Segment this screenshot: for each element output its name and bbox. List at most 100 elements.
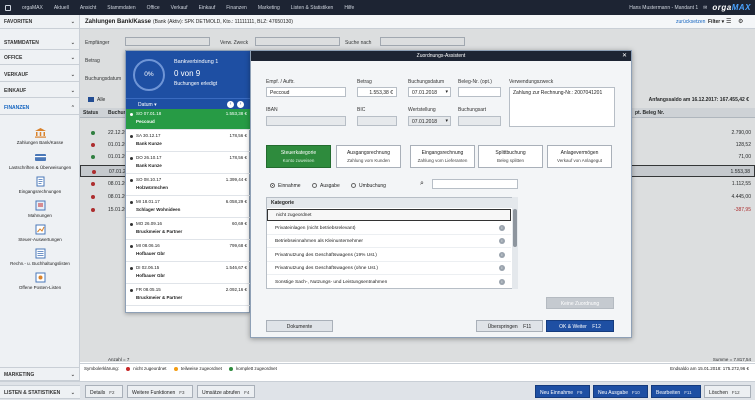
calendar-dropdown-icon[interactable]: ▾ (445, 89, 448, 95)
splittbuchung-button[interactable]: Splittbuchung Beleg splitten (478, 145, 543, 168)
radio-ausgabe[interactable]: Ausgabe (312, 183, 340, 189)
keine-zuordnung-button[interactable]: Keine Zuordnung (546, 297, 614, 309)
neu-einnahme-button[interactable]: Neu Einnahme F9 (535, 385, 590, 398)
progress-item[interactable]: MI 08.06.16 799,68 € Hofbauer Gbr (126, 241, 251, 262)
sidebar-section-finanzen[interactable]: FINANZEN ⌃ (0, 101, 80, 115)
category-row[interactable]: nicht zugeordnet (267, 209, 511, 221)
nav-listen[interactable]: Listen & Statistiken (291, 5, 334, 11)
radio-einnahme[interactable]: Einnahme (270, 183, 301, 189)
sidebar-item-offene-posten[interactable]: Offene Posten-Listen (0, 272, 80, 290)
progress-item[interactable]: FR 08.05.15 2.092,16 € Bruckmeier & Partne… (126, 285, 251, 306)
sort-asc-icon[interactable]: ‹ (227, 101, 234, 108)
steuerkategorie-button[interactable]: Steuerkategorie Konto zuweisen (266, 145, 331, 168)
sidebar-section-verkauf[interactable]: VERKAUF ⌄ (0, 68, 80, 82)
sidebar-section-marketing[interactable]: MARKETING ⌄ (0, 367, 80, 381)
umsaetze-abrufen-button[interactable]: Umsätze abrufen F4 (197, 385, 255, 398)
sidebar-item-mahnungen[interactable]: Mahnungen (0, 200, 80, 218)
bic-input[interactable] (357, 116, 397, 126)
ok-weiter-button[interactable]: OK & Weiter F12 (546, 320, 614, 332)
sidebar-item-steuer[interactable]: Steuer-Auswertungen (0, 224, 80, 242)
settings-icon[interactable]: ⚙ (738, 18, 743, 25)
dokumente-button[interactable]: Dokumente (266, 320, 333, 332)
belegnr-input[interactable] (458, 87, 501, 97)
loeschen-button[interactable]: Löschen F12 (704, 385, 751, 398)
category-scrollbar[interactable] (512, 197, 518, 289)
betrag-input[interactable]: 1.553,38 € (357, 87, 397, 97)
anlagevermoegen-button[interactable]: Anlagevermögen Verkauf von Anlagegut (547, 145, 612, 168)
sidebar-section-einkauf[interactable]: EINKAUF ⌄ (0, 84, 80, 98)
radio-umbuchung[interactable]: Umbuchung (351, 183, 386, 189)
progress-item[interactable]: DI 02.06.15 1.546,67 € Hofbauer Gbr (126, 263, 251, 284)
sidebar-section-stammdaten[interactable]: STAMMDATEN ⌄ (0, 36, 80, 50)
progress-item[interactable]: SO 07.01.18 1.553,38 € Peccoud (126, 109, 251, 130)
close-icon[interactable]: ✕ (622, 52, 627, 59)
ausgangsrechnung-button[interactable]: Ausgangsrechnung Zahlung vom Kunden (336, 145, 401, 168)
chevron-down-icon: ⌄ (70, 88, 75, 94)
progress-item[interactable]: MO 26.09.16 60,69 € Bruckmeier & Partner (126, 219, 251, 240)
sort-datum[interactable]: Datum ▾ (138, 102, 157, 108)
category-row[interactable]: Privateinlagen (nicht betriebsrelevant) i (267, 223, 511, 235)
nav-hilfe[interactable]: Hilfe (344, 5, 354, 11)
sidebar-section-office[interactable]: OFFICE ⌄ (0, 51, 80, 65)
iban-input[interactable] (266, 116, 346, 126)
legend-green: komplett zugeordnet (229, 366, 277, 371)
info-icon[interactable]: i (499, 224, 505, 231)
nav-einkauf[interactable]: Einkauf (199, 5, 216, 11)
open-items-icon (35, 272, 45, 283)
eingangsrechnung-button[interactable]: Eingangsrechnung Zahlung vom Lieferanten (410, 145, 475, 168)
sidebar-item-zahlungen[interactable]: Zahlungen Bank/Kasse (0, 127, 80, 145)
radio-unchecked-icon (312, 183, 317, 189)
nav-ansicht[interactable]: Ansicht (80, 5, 96, 11)
nav-marketing[interactable]: Marketing (258, 5, 280, 11)
sidebar-item-lastschriften[interactable]: Lastschriften & Überweisungen (0, 152, 80, 170)
category-row[interactable]: Sonstige Sach-, Nutzungs- und Leistungse… (267, 277, 511, 288)
info-icon[interactable]: i (499, 278, 505, 285)
progress-item[interactable]: MI 18.01.17 6.058,29 € Schlager Wohnideen (126, 197, 251, 218)
nav-office[interactable]: Office (147, 5, 160, 11)
app-logo-icon[interactable] (5, 4, 11, 11)
progress-item[interactable]: DO 26.10.17 178,56 € Bank Kunze (126, 153, 251, 174)
nav-aktuell[interactable]: Aktuell (54, 5, 69, 11)
label-buchungsdatum: Buchungsdatum (408, 79, 445, 85)
nav-stammdaten[interactable]: Stammdaten (107, 5, 135, 11)
progress-count: 0 von 9 (174, 69, 201, 78)
zweck-textarea[interactable]: Zahlung zur Rechnung-Nr.: 2007041201 (509, 87, 615, 127)
progress-item[interactable]: SO 08.10.17 1.399,44 € Holzwürmchen (126, 175, 251, 196)
item-date: DO 26.10.17 (136, 155, 162, 160)
ueberspringen-button[interactable]: Überspringen F11 (476, 320, 543, 332)
category-row[interactable]: Betriebseinnahmen als Kleinunternehmer i (267, 236, 511, 248)
category-row[interactable]: Privatnutzung des Geschäftswagens (19% U… (267, 250, 511, 262)
list-view-icon[interactable]: ☰ (726, 18, 731, 25)
legend-label: Symbolerklärung: (84, 366, 120, 371)
nav-orgamax[interactable]: orgaMAX (22, 5, 43, 11)
reset-filter-link[interactable]: zurücksetzen (676, 19, 705, 25)
user-name[interactable]: Hans Mustermann - Mandant 1 (629, 5, 698, 11)
chevron-down-icon: ⌄ (70, 390, 75, 396)
filter-toggle[interactable]: Filter ▾ (708, 19, 724, 25)
nav-finanzen[interactable]: Finanzen (226, 5, 247, 11)
sidebar-item-buchhaltungslisten[interactable]: Rechn.- u. Buchhaltungslisten (0, 248, 80, 266)
info-icon[interactable]: i (499, 238, 505, 244)
label-wertstellung: Wertstellung (408, 107, 436, 113)
details-button[interactable]: Details F2 (85, 385, 123, 398)
mail-icon[interactable]: ✉ (703, 5, 707, 11)
wertstellung-input[interactable]: 07.01.2018 ▾ (408, 116, 451, 126)
sidebar-section-favoriten[interactable]: FAVORITEN ⌄ (0, 15, 80, 29)
bearbeiten-button[interactable]: Bearbeiten F11 (651, 385, 701, 398)
scrollbar-thumb[interactable] (513, 209, 517, 247)
neu-ausgabe-button[interactable]: Neu Ausgabe F10 (593, 385, 648, 398)
calendar-dropdown-icon[interactable]: ▾ (445, 118, 448, 124)
buchungsart-input[interactable] (458, 116, 501, 126)
sidebar-section-listen[interactable]: LISTEN & STATISTIKEN ⌄ (0, 385, 80, 399)
sidebar-item-eingangsrechnungen[interactable]: Eingangsrechnungen (0, 176, 80, 194)
category-search-input[interactable] (432, 179, 518, 189)
nav-verkauf[interactable]: Verkauf (171, 5, 188, 11)
buchungsdatum-input[interactable]: 07.01.2018 ▾ (408, 87, 451, 97)
weitere-funktionen-button[interactable]: Weitere Funktionen F3 (127, 385, 193, 398)
progress-item[interactable]: SA 30.12.17 178,56 € Bank Kunze (126, 131, 251, 152)
empf-input[interactable]: Peccoud (266, 87, 346, 97)
info-icon[interactable]: i (499, 265, 505, 271)
category-row[interactable]: Privatnutzung des Geschäftswagens (ohne … (267, 263, 511, 275)
info-icon[interactable]: i (499, 251, 505, 258)
sort-desc-icon[interactable]: › (237, 101, 244, 108)
